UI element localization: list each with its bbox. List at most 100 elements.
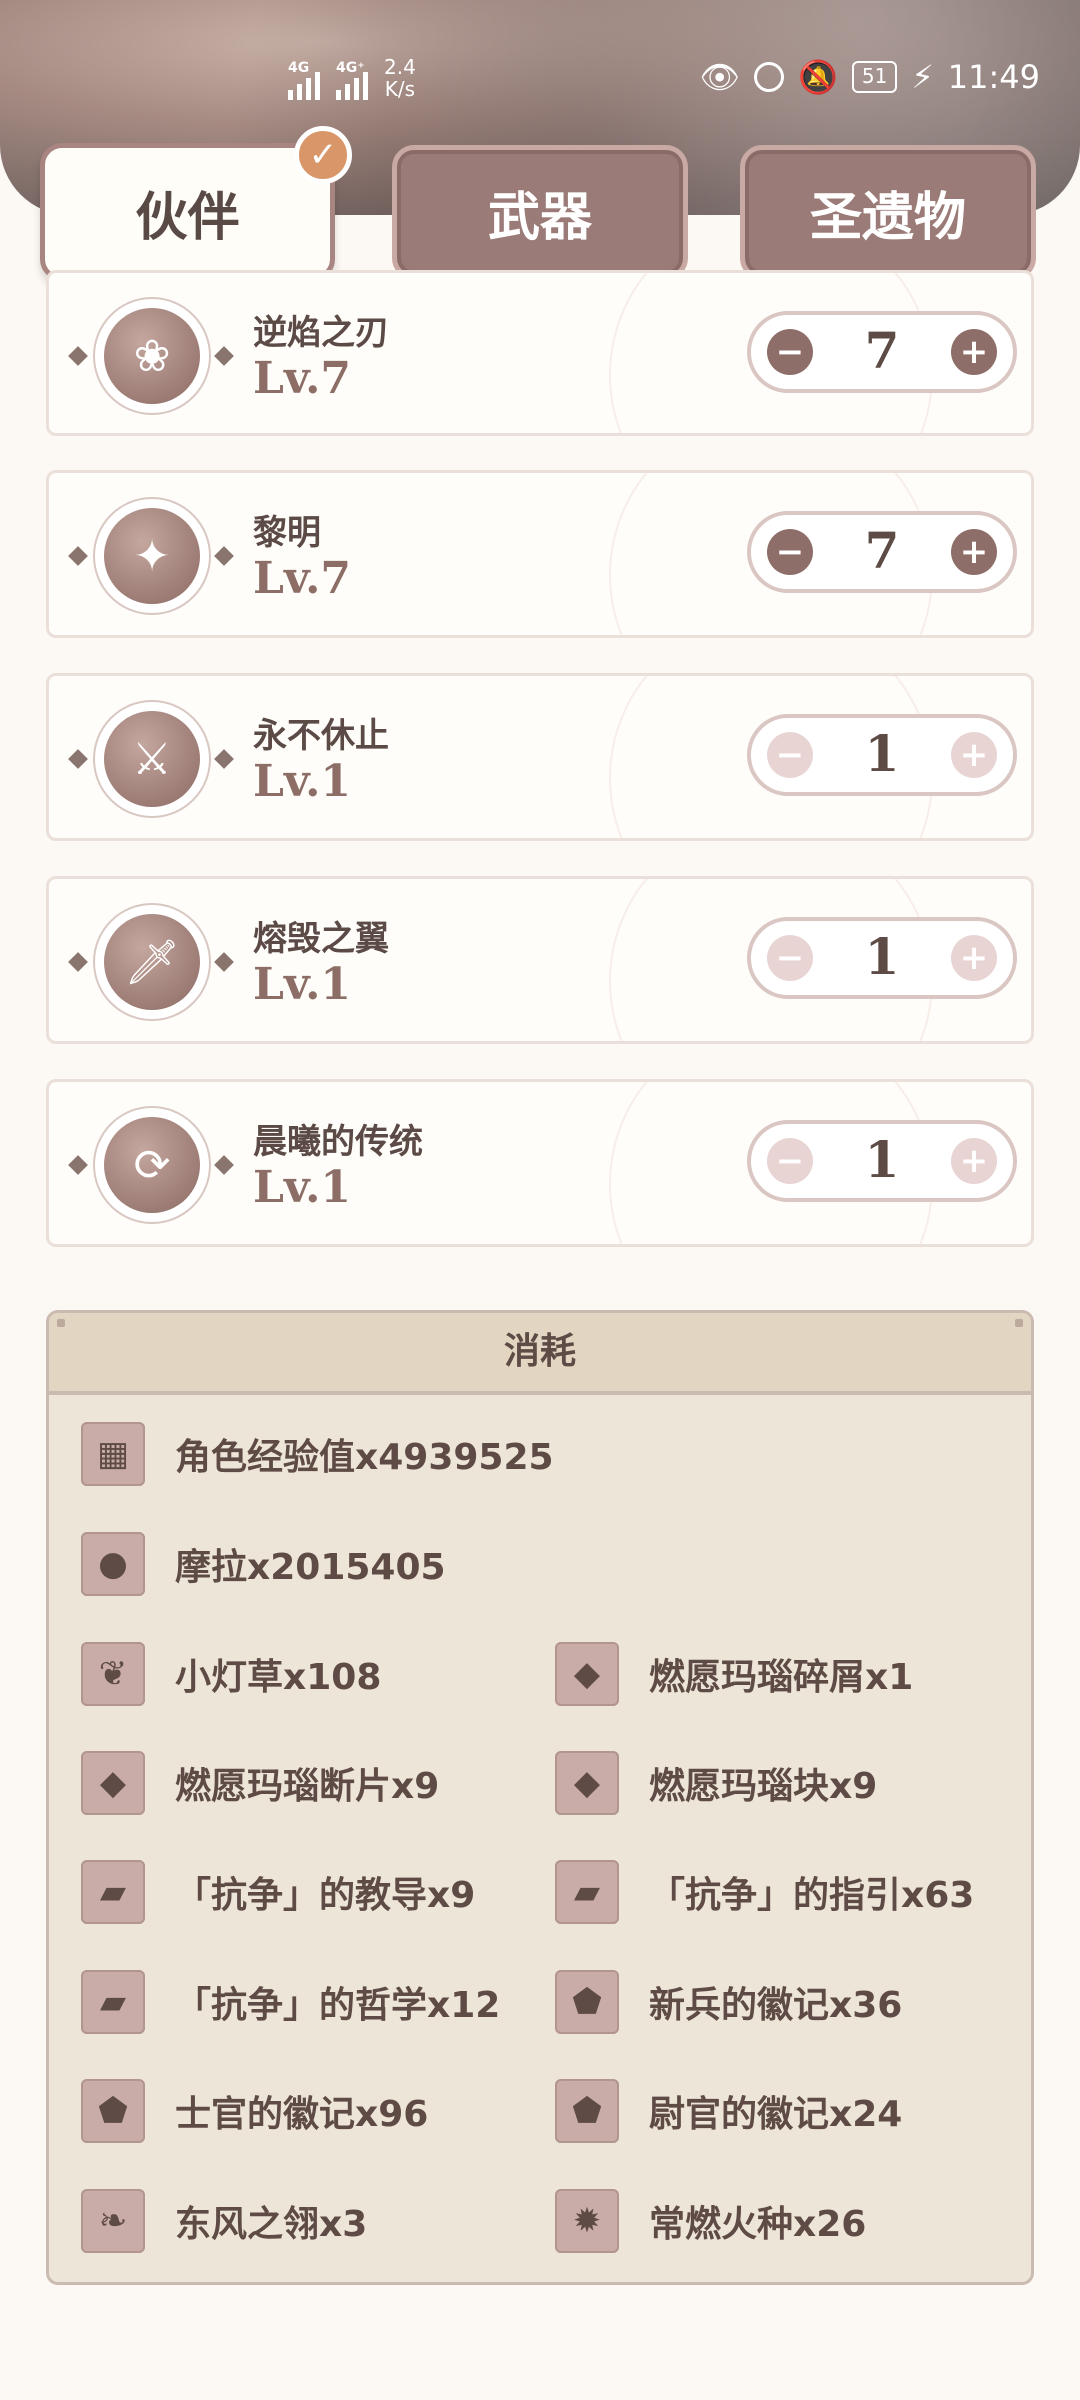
teachings-book-icon: ▰ xyxy=(81,1860,145,1924)
corner-dot xyxy=(1015,1319,1023,1327)
increase-button[interactable]: + xyxy=(951,329,997,375)
material-item: ✹ 常燃火种x26 xyxy=(555,2186,866,2256)
charging-icon: ⚡ xyxy=(911,58,934,96)
network-indicators: 4G 4G⁺ 2.4 K/s xyxy=(288,56,416,100)
talent-name: 熔毁之翼 xyxy=(253,919,389,959)
material-label: 角色经验值x4939525 xyxy=(175,1437,554,1478)
recruit-insignia-icon: ⬟ xyxy=(555,1970,619,2034)
agate-chunk-icon: ◆ xyxy=(555,1751,619,1815)
everflame-seed-icon: ✹ xyxy=(555,2189,619,2253)
talent-card: 🗡 熔毁之翼 Lv.1 − 1 + xyxy=(46,876,1034,1044)
diamond-ornament xyxy=(68,546,88,566)
system-indicators: 👁 🔕 51 ⚡ 11:49 xyxy=(699,58,1040,96)
status-bar: 4G 4G⁺ 2.4 K/s 👁 🔕 51 ⚡ 11:49 xyxy=(0,50,1080,110)
increase-button[interactable]: + xyxy=(951,935,997,981)
increase-button[interactable]: + xyxy=(951,1138,997,1184)
material-label: 士官的徽记x96 xyxy=(175,2094,429,2135)
diamond-ornament xyxy=(214,749,234,769)
signal-icon: 4G⁺ xyxy=(336,60,368,100)
panel-title: 消耗 xyxy=(49,1313,1031,1395)
talent-icon-frame: ⟳ xyxy=(68,1106,234,1226)
diamond-ornament xyxy=(68,1155,88,1175)
talent-name: 黎明 xyxy=(253,513,321,553)
material-item: ● 摩拉x2015405 xyxy=(81,1529,446,1599)
talent-name: 晨曦的传统 xyxy=(253,1122,423,1162)
network-speed: 2.4 K/s xyxy=(384,56,416,100)
increase-button[interactable]: + xyxy=(951,732,997,778)
tab-weapon[interactable]: 武器 xyxy=(392,145,688,280)
alarm-icon xyxy=(754,62,785,92)
increase-button[interactable]: + xyxy=(951,529,997,575)
diamond-ornament xyxy=(68,952,88,972)
talent-card: ❀ 逆焰之刃 Lv.7 − 7 + xyxy=(46,270,1034,436)
diamond-ornament xyxy=(214,546,234,566)
network-type-label: 4G xyxy=(288,60,310,76)
diamond-ornament xyxy=(68,346,88,366)
philosophies-book-icon: ▰ xyxy=(81,1970,145,2034)
mute-bell-icon: 🔕 xyxy=(798,58,838,96)
phoenix-icon: ✦ xyxy=(104,508,200,604)
material-label: 东风之翎x3 xyxy=(175,2204,368,2245)
agate-sliver-icon: ◆ xyxy=(555,1642,619,1706)
agate-fragment-icon: ◆ xyxy=(81,1751,145,1815)
sergeant-insignia-icon: ⬟ xyxy=(81,2079,145,2143)
network-speed-value: 2.4 xyxy=(384,55,416,79)
level-stepper: − 1 + xyxy=(747,1120,1017,1202)
material-label: 燃愿玛瑙碎屑x1 xyxy=(649,1657,914,1698)
mora-coin-icon: ● xyxy=(81,1532,145,1596)
talent-card: ⟳ 晨曦的传统 Lv.1 − 1 + xyxy=(46,1079,1034,1247)
talent-icon-frame: ⚔ xyxy=(68,700,234,820)
eye-comfort-icon: 👁 xyxy=(699,58,741,96)
diamond-ornament xyxy=(68,749,88,769)
talent-level: Lv.1 xyxy=(253,756,352,807)
checkmark-icon: ✓ xyxy=(294,126,352,184)
tab-label: 武器 xyxy=(487,188,592,248)
material-item: ◆ 燃愿玛瑙块x9 xyxy=(555,1748,877,1818)
material-item: ⬟ 士官的徽记x96 xyxy=(81,2076,428,2146)
talent-level: Lv.1 xyxy=(253,1162,352,1213)
network-type-label: 4G⁺ xyxy=(336,60,365,76)
material-label: 常燃火种x26 xyxy=(649,2204,867,2245)
signal-icon: 4G xyxy=(288,60,320,100)
material-item: ⬟ 新兵的徽记x36 xyxy=(555,1967,902,2037)
material-label: 「抗争」的教导x9 xyxy=(175,1875,476,1916)
diamond-ornament xyxy=(214,952,234,972)
material-item: ▰ 「抗争」的教导x9 xyxy=(81,1857,475,1927)
material-item: ▰ 「抗争」的指引x63 xyxy=(555,1857,974,1927)
clock: 11:49 xyxy=(947,58,1040,96)
material-label: 尉官的徽记x24 xyxy=(649,2094,903,2135)
talent-level: Lv.1 xyxy=(253,959,352,1010)
small-lamp-grass-icon: ❦ xyxy=(81,1642,145,1706)
tab-label: 圣遗物 xyxy=(809,188,966,248)
slash-icon: ⚔ xyxy=(104,711,200,807)
talent-card: ✦ 黎明 Lv.7 − 7 + xyxy=(46,470,1034,638)
talent-name: 永不休止 xyxy=(253,716,389,756)
tab-artifact[interactable]: 圣遗物 xyxy=(740,145,1036,280)
tab-partner[interactable]: 伙伴 xyxy=(40,143,335,281)
material-item: ❦ 小灯草x108 xyxy=(81,1639,381,1709)
network-speed-unit: K/s xyxy=(384,77,416,101)
lieutenant-insignia-icon: ⬟ xyxy=(555,2079,619,2143)
material-label: 小灯草x108 xyxy=(175,1657,382,1698)
talent-level: Lv.7 xyxy=(253,553,352,604)
diamond-ornament xyxy=(214,1155,234,1175)
consumption-panel: 消耗 ▦ 角色经验值x4939525 ● 摩拉x2015405 ❦ 小灯草x10… xyxy=(46,1310,1034,2285)
talent-name: 逆焰之刃 xyxy=(253,313,389,353)
exp-book-icon: ▦ xyxy=(81,1422,145,1486)
talent-icon-frame: 🗡 xyxy=(68,903,234,1023)
guide-book-icon: ▰ xyxy=(555,1860,619,1924)
talent-level: Lv.7 xyxy=(253,353,352,404)
material-label: 新兵的徽记x36 xyxy=(649,1985,903,2026)
level-stepper: − 7 + xyxy=(747,511,1017,593)
talent-card: ⚔ 永不休止 Lv.1 − 1 + xyxy=(46,673,1034,841)
level-stepper: − 1 + xyxy=(747,917,1017,999)
material-item: ◆ 燃愿玛瑙断片x9 xyxy=(81,1748,439,1818)
material-label: 燃愿玛瑙块x9 xyxy=(649,1766,878,1807)
diamond-ornament xyxy=(214,346,234,366)
dvalin-plume-icon: ❧ xyxy=(81,2189,145,2253)
material-label: 摩拉x2015405 xyxy=(175,1547,446,1588)
material-item: ▦ 角色经验值x4939525 xyxy=(81,1419,554,1489)
battery-icon: 51 xyxy=(851,61,898,93)
material-item: ❧ 东风之翎x3 xyxy=(81,2186,367,2256)
material-item: ⬟ 尉官的徽记x24 xyxy=(555,2076,902,2146)
